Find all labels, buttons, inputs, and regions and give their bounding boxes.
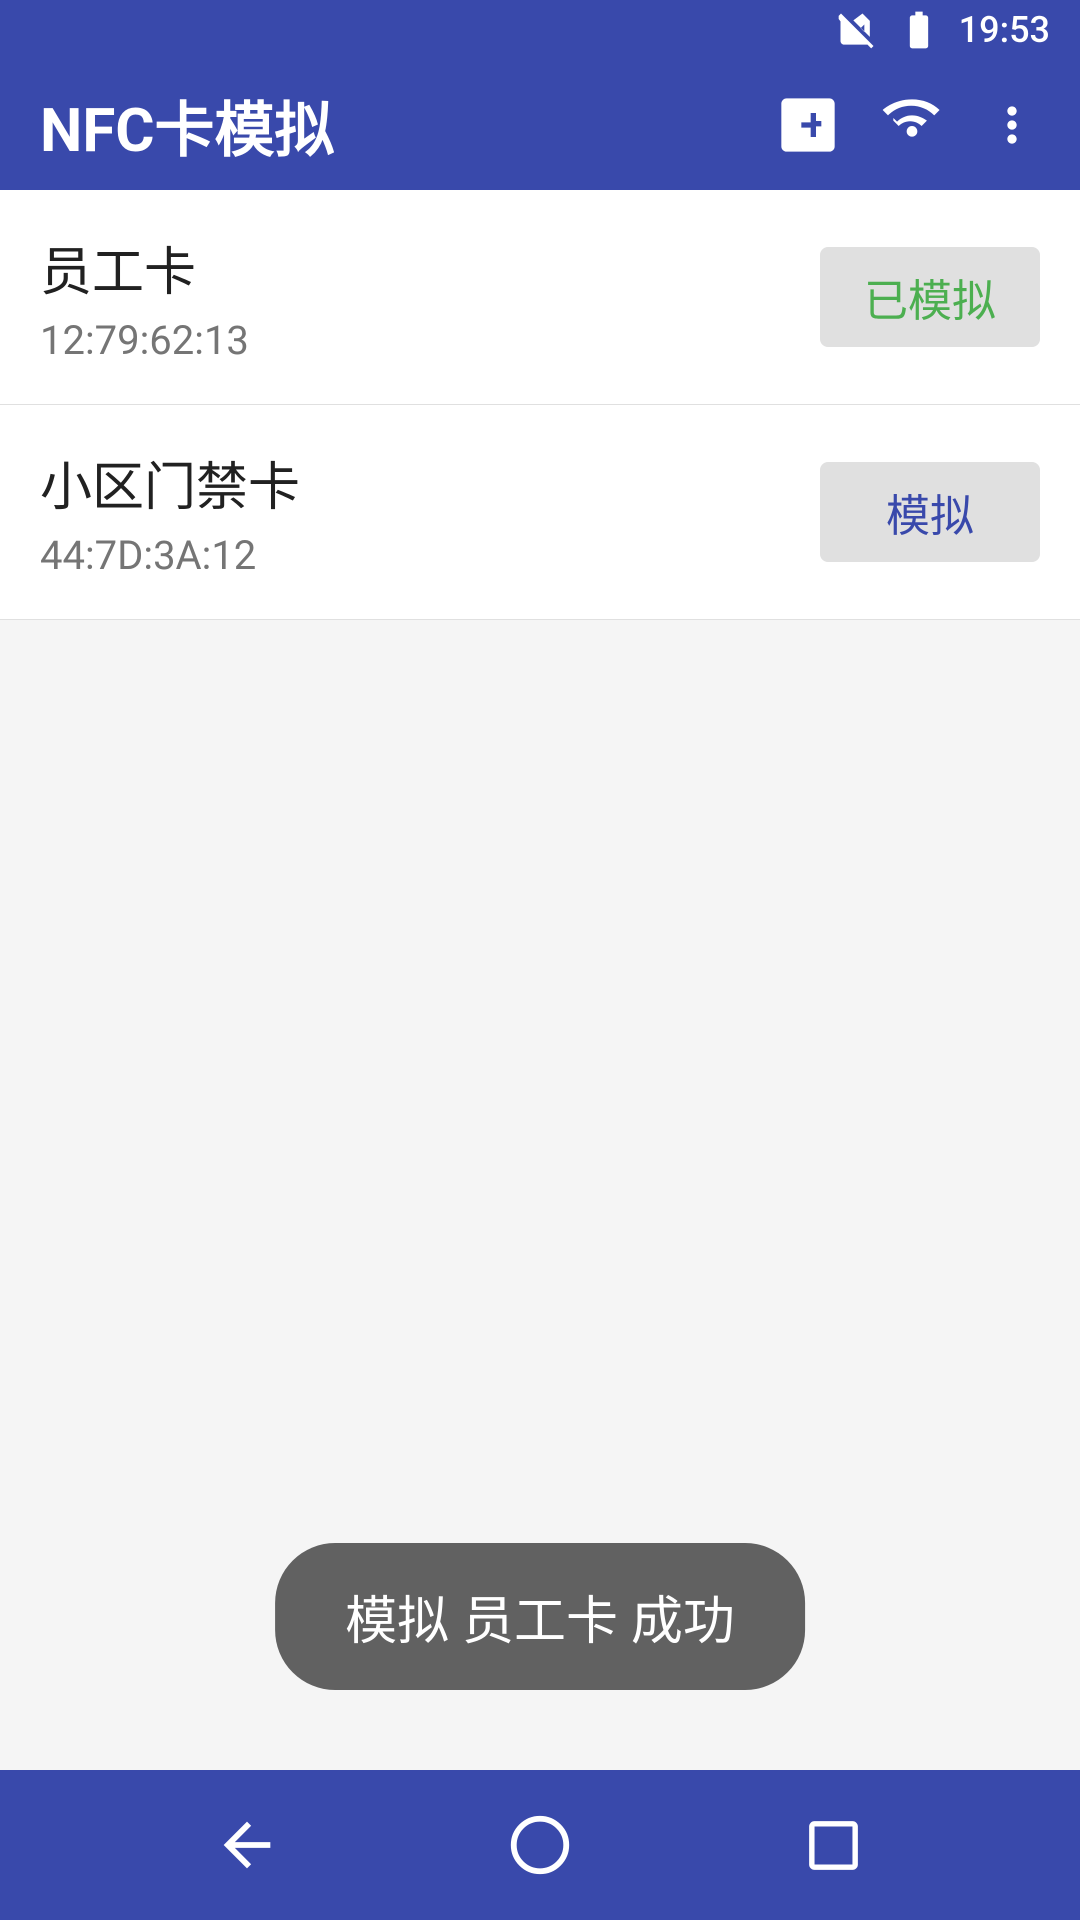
app-title: NFC卡模拟: [40, 82, 335, 169]
sim-card-slash-icon: [835, 8, 879, 52]
card-name-1: 员工卡: [40, 230, 249, 305]
card-item-2: 小区门禁卡 44:7D:3A:12 模拟: [0, 405, 1080, 620]
main-content: 员工卡 12:79:62:13 已模拟 小区门禁卡 44:7D:3A:12 模拟: [0, 190, 1080, 1520]
more-options-icon[interactable]: [984, 97, 1040, 153]
status-icons: 19:53: [835, 8, 1050, 52]
nfc-wireless-icon[interactable]: [880, 86, 944, 164]
app-bar-actions: [776, 86, 1040, 164]
status-bar: 19:53: [0, 0, 1080, 60]
home-button[interactable]: [490, 1795, 590, 1895]
simulate-button-2[interactable]: 模拟: [820, 462, 1040, 562]
recents-button[interactable]: [783, 1795, 883, 1895]
card-id-2: 44:7D:3A:12: [40, 532, 300, 579]
battery-icon: [897, 8, 941, 52]
card-item-1: 员工卡 12:79:62:13 已模拟: [0, 190, 1080, 405]
card-info-2: 小区门禁卡 44:7D:3A:12: [40, 445, 300, 579]
simulate-button-1[interactable]: 已模拟: [820, 247, 1040, 347]
card-id-1: 12:79:62:13: [40, 317, 249, 364]
empty-area: [0, 620, 1080, 1520]
nfc-icon[interactable]: [776, 93, 840, 157]
card-name-2: 小区门禁卡: [40, 445, 300, 520]
status-time: 19:53: [959, 9, 1050, 51]
toast-message: 模拟 员工卡 成功: [275, 1543, 805, 1690]
nav-bar: [0, 1770, 1080, 1920]
app-bar: NFC卡模拟: [0, 60, 1080, 190]
back-button[interactable]: [197, 1795, 297, 1895]
card-info-1: 员工卡 12:79:62:13: [40, 230, 249, 364]
